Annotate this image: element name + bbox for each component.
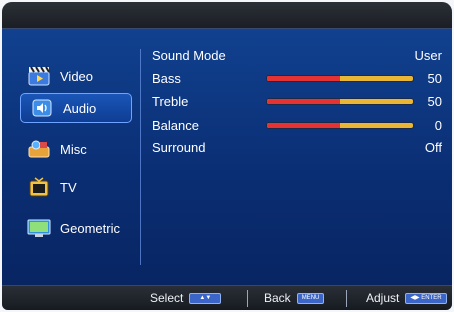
footer-separator <box>346 290 347 307</box>
speaker-icon <box>29 98 55 118</box>
bass-row[interactable]: Bass 50 <box>152 71 442 89</box>
category-sidebar: Video Audio Misc TV Geometric <box>2 29 140 285</box>
treble-slider-fill <box>267 99 340 104</box>
adjust-hint-label: Adjust <box>366 291 400 305</box>
menu-key-icon: MENU <box>296 292 325 304</box>
surround-row[interactable]: Surround Off <box>152 140 442 158</box>
surround-label: Surround <box>152 140 206 155</box>
left-right-enter-key-icon: ◀▶ ENTER <box>405 292 447 304</box>
treble-slider[interactable] <box>267 99 413 104</box>
sidebar-item-label: Video <box>60 68 94 84</box>
treble-value: 50 <box>427 94 442 109</box>
sidebar-item-audio[interactable]: Audio <box>20 93 132 123</box>
sidebar-item-video[interactable]: Video <box>18 61 132 91</box>
menu-divider <box>140 49 141 265</box>
treble-row[interactable]: Treble 50 <box>152 94 442 112</box>
monitor-geometry-icon <box>26 218 52 238</box>
footer-separator <box>247 290 248 307</box>
bass-slider-fill <box>267 76 340 81</box>
select-hint-label: Select <box>150 291 184 305</box>
balance-value: 0 <box>434 118 442 133</box>
tv-icon <box>26 177 52 197</box>
treble-label: Treble <box>152 94 189 109</box>
back-hint: Back MENU <box>264 291 325 305</box>
adjust-hint: Adjust ◀▶ ENTER <box>366 291 447 305</box>
up-down-key-icon: ▲▼ <box>189 292 222 304</box>
balance-slider-fill <box>267 123 340 128</box>
sidebar-item-label: Misc <box>60 141 87 157</box>
bass-value: 50 <box>427 71 442 86</box>
film-clapper-icon <box>26 66 52 86</box>
sidebar-item-misc[interactable]: Misc <box>18 134 132 164</box>
bass-slider[interactable] <box>267 76 413 81</box>
back-hint-label: Back <box>264 291 291 305</box>
balance-row[interactable]: Balance 0 <box>152 118 442 136</box>
footer-help-bar: Select ▲▼ Back MENU Adjust ◀▶ ENTER <box>2 285 452 310</box>
sidebar-item-geometric[interactable]: Geometric <box>18 213 132 243</box>
tv-osd-menu: Video Audio Misc TV Geometric Sound Mode… <box>2 2 452 310</box>
sound-mode-value: User <box>414 48 442 63</box>
balance-slider[interactable] <box>267 123 413 128</box>
sound-mode-row[interactable]: Sound Mode User <box>152 48 442 66</box>
sidebar-item-label: Geometric <box>60 220 120 236</box>
misc-toolbox-icon <box>26 139 52 159</box>
sidebar-item-label: TV <box>60 179 77 195</box>
balance-label: Balance <box>152 118 199 133</box>
select-hint: Select ▲▼ <box>150 291 222 305</box>
menu-top-bar <box>2 2 452 29</box>
sidebar-item-label: Audio <box>63 100 97 116</box>
bass-label: Bass <box>152 71 181 86</box>
sidebar-item-tv[interactable]: TV <box>18 172 132 202</box>
sound-mode-label: Sound Mode <box>152 48 226 63</box>
surround-value: Off <box>424 140 442 155</box>
menu-body: Video Audio Misc TV Geometric Sound Mode… <box>2 29 452 285</box>
